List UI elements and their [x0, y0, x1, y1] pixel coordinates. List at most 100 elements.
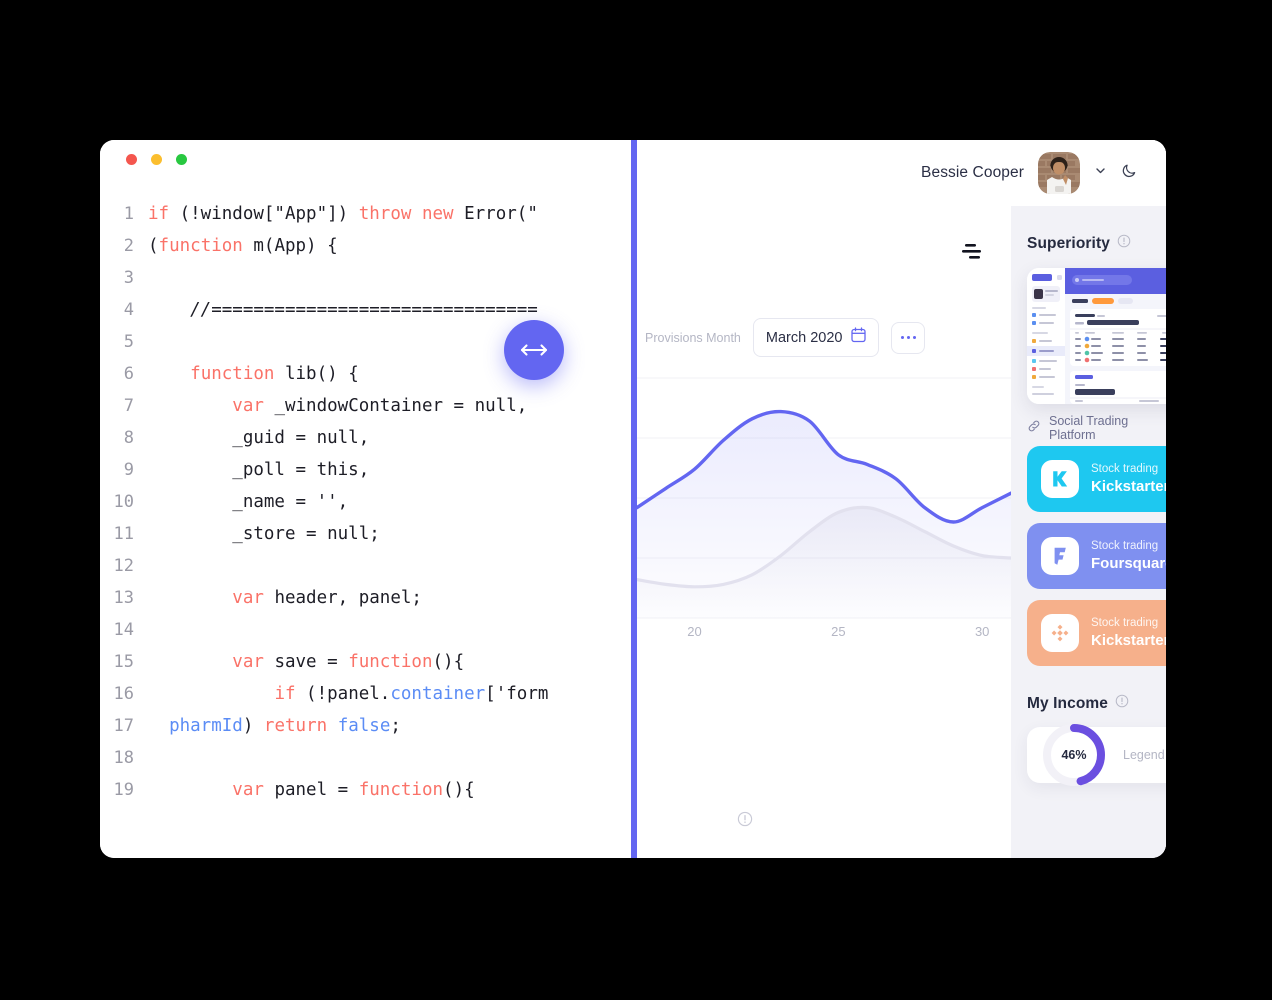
my-income-title: My Income — [1027, 694, 1109, 712]
superiority-title: Superiority — [1027, 234, 1110, 252]
code-line-text: if (!window["App"]) throw new Error(" — [148, 204, 538, 224]
link-icon — [1027, 419, 1041, 438]
code-content[interactable]: 1 if (!window["App"]) throw new Error(" 2 (… — [100, 198, 631, 806]
line-number: 3 — [123, 268, 134, 288]
avatar-image — [1038, 152, 1080, 194]
stock-card-text: Stock trading Kickstarter — [1091, 462, 1166, 496]
dashboard-preview-thumbnail[interactable] — [1027, 268, 1166, 404]
chart-controls: Provisions Month March 2020 — [637, 318, 1011, 357]
minimize-window-button[interactable] — [151, 154, 162, 165]
resize-horizontal-icon — [520, 344, 548, 356]
calendar-icon — [851, 327, 867, 348]
app-window: 1 if (!window["App"]) throw new Error(" 2 (… — [100, 140, 1166, 858]
line-number: 15 — [113, 652, 134, 672]
line-number: 16 — [113, 684, 134, 704]
line-number: 10 — [113, 492, 134, 512]
line-number: 12 — [113, 556, 134, 576]
binance-logo-icon — [1041, 614, 1079, 652]
stock-card-name: Kickstarter — [1091, 478, 1166, 495]
line-number: 18 — [113, 748, 134, 768]
line-number: 6 — [123, 364, 134, 384]
pane-divider[interactable] — [631, 140, 637, 858]
line-number: 5 — [123, 332, 134, 352]
code-line-text: _guid = null, — [148, 428, 370, 448]
avatar[interactable] — [1038, 152, 1080, 194]
superiority-heading: Superiority — [1027, 234, 1150, 253]
dashboard-body: Provisions Month March 2020 20 25 30 Sup… — [637, 206, 1166, 858]
info-circle-icon[interactable] — [737, 811, 753, 832]
code-line-text: var save = function(){ — [232, 652, 465, 672]
area-chart[interactable] — [637, 366, 1011, 626]
dashboard-preview-image — [1027, 268, 1166, 404]
code-line: 16 if (!panel.container['form — [100, 678, 631, 710]
code-line-text: _poll = this, — [148, 460, 370, 480]
date-picker[interactable]: March 2020 — [752, 318, 880, 357]
code-line-text: pharmId) return false; — [169, 716, 401, 736]
more-options-button[interactable] — [891, 321, 926, 354]
income-percent-label: 46% — [1061, 748, 1087, 762]
chart-column: Provisions Month March 2020 20 25 30 — [637, 206, 1011, 858]
stock-card-name: Foursquare — [1091, 555, 1166, 572]
moon-icon[interactable] — [1121, 162, 1138, 184]
provisions-month-label: Provisions Month — [645, 330, 741, 345]
stock-card[interactable]: Stock trading Kickstarter — [1027, 446, 1166, 512]
code-line: 2 (function m(App) { — [100, 230, 631, 262]
line-number: 13 — [113, 588, 134, 608]
income-legend-label: Legend — [1123, 748, 1165, 762]
code-line-text: var _windowContainer = null, — [232, 396, 528, 416]
code-line: 18 — [100, 742, 631, 774]
line-number: 9 — [123, 460, 134, 480]
info-circle-icon[interactable] — [1117, 234, 1131, 253]
line-number: 7 — [123, 396, 134, 416]
sidebar-inner: Superiority — [1011, 234, 1166, 253]
filter-sort-icon[interactable] — [961, 243, 983, 266]
stock-card[interactable]: Stock trading Kickstarter — [1027, 600, 1166, 666]
foursquare-logo-icon — [1041, 537, 1079, 575]
code-line: 14 — [100, 614, 631, 646]
code-line: 17 pharmId) return false; — [100, 710, 631, 742]
dashboard-pane: Bessie Cooper Provisions Month March 202… — [637, 140, 1166, 858]
social-trading-platform-link[interactable]: Social Trading Platform — [1027, 414, 1166, 442]
date-picker-value: March 2020 — [765, 329, 843, 346]
stock-card-subtitle: Stock trading — [1091, 463, 1159, 475]
dashboard-topbar: Bessie Cooper — [637, 140, 1166, 206]
close-window-button[interactable] — [126, 154, 137, 165]
info-circle-icon[interactable] — [1115, 694, 1129, 713]
code-line-text: var header, panel; — [232, 588, 422, 608]
stock-card-name: Kickstarter — [1091, 632, 1166, 649]
chart-x-axis: 20 25 30 — [637, 624, 1011, 644]
my-income-heading: My Income — [1027, 694, 1129, 713]
income-card[interactable]: 46% Legend +25% — [1027, 724, 1166, 786]
stock-card-subtitle: Stock trading — [1091, 617, 1159, 629]
stock-card[interactable]: Stock trading Foursquare — [1027, 523, 1166, 589]
code-line-text: var panel = function(){ — [232, 780, 475, 800]
code-line: 15 var save = function(){ — [100, 646, 631, 678]
stock-card-subtitle: Stock trading — [1091, 540, 1159, 552]
code-line: 10 _name = '', — [100, 486, 631, 518]
line-number: 11 — [113, 524, 134, 544]
code-line: 11 _store = null; — [100, 518, 631, 550]
code-line: 7 var _windowContainer = null, — [100, 390, 631, 422]
chevron-down-icon[interactable] — [1094, 164, 1107, 182]
code-line: 3 — [100, 262, 631, 294]
code-line: 13 var header, panel; — [100, 582, 631, 614]
maximize-window-button[interactable] — [176, 154, 187, 165]
code-line-text: (function m(App) { — [148, 236, 338, 256]
code-line: 1 if (!window["App"]) throw new Error(" — [100, 198, 631, 230]
code-line: 19 var panel = function(){ — [100, 774, 631, 806]
line-number: 19 — [113, 780, 134, 800]
kickstarter-logo-icon — [1041, 460, 1079, 498]
line-number: 1 — [123, 204, 134, 224]
window-traffic-lights — [126, 154, 187, 165]
code-line: 8 _guid = null, — [100, 422, 631, 454]
more-horizontal-icon — [900, 335, 917, 340]
line-number: 4 — [123, 300, 134, 320]
pane-resize-handle[interactable] — [504, 320, 564, 380]
code-line: 12 — [100, 550, 631, 582]
code-line-text: if (!panel.container['form — [274, 684, 549, 704]
income-donut-chart: 46% — [1037, 718, 1111, 792]
code-line: 4 //=============================== — [100, 294, 631, 326]
code-line: 9 _poll = this, — [100, 454, 631, 486]
code-editor-pane: 1 if (!window["App"]) throw new Error(" 2 (… — [100, 140, 631, 858]
user-name-label: Bessie Cooper — [921, 164, 1024, 181]
